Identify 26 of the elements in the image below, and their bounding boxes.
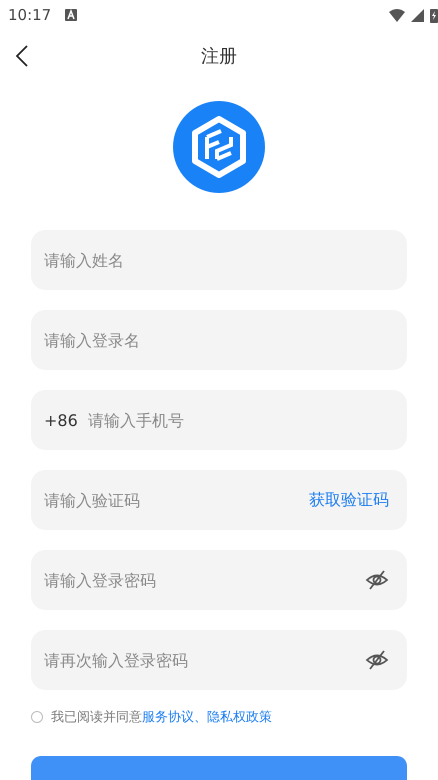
text-input[interactable]: 请输入登录密码	[44, 570, 355, 590]
back-icon[interactable]	[16, 45, 28, 67]
input-field[interactable]: 请再次输入登录密码	[31, 630, 407, 690]
input-field[interactable]: 请输入登录密码	[31, 550, 407, 610]
input-field[interactable]: 请输入姓名	[31, 230, 407, 290]
text-input[interactable]: 请输入姓名	[44, 250, 389, 270]
eye-toggle-icon[interactable]	[365, 570, 389, 590]
policy-link[interactable]: 服务协议、隐私权政策	[142, 710, 272, 725]
wifi-icon	[389, 8, 405, 22]
get-code-link[interactable]: 获取验证码	[309, 490, 389, 510]
signal-icon	[411, 8, 424, 22]
eye-toggle-icon[interactable]	[365, 650, 389, 670]
input-field[interactable]: 请输入验证码 获取验证码	[31, 470, 407, 530]
text-input[interactable]: 请输入手机号	[88, 410, 389, 430]
country-code[interactable]: +86	[44, 410, 78, 430]
agreement-text: 我已阅读并同意服务协议、隐私权政策	[51, 709, 272, 726]
input-field[interactable]: 请输入登录名	[31, 310, 407, 370]
agree-checkbox[interactable]	[31, 711, 43, 723]
notification-icon	[65, 9, 78, 21]
logo-icon	[173, 101, 265, 193]
text-input[interactable]: 请输入登录名	[44, 330, 389, 350]
text-input[interactable]: 请再次输入登录密码	[44, 650, 355, 670]
page-title: 注册	[201, 45, 237, 68]
text-input[interactable]: 请输入验证码	[44, 490, 299, 510]
status-time: 10:17	[8, 6, 52, 24]
input-field[interactable]: +86 请输入手机号	[31, 390, 407, 450]
